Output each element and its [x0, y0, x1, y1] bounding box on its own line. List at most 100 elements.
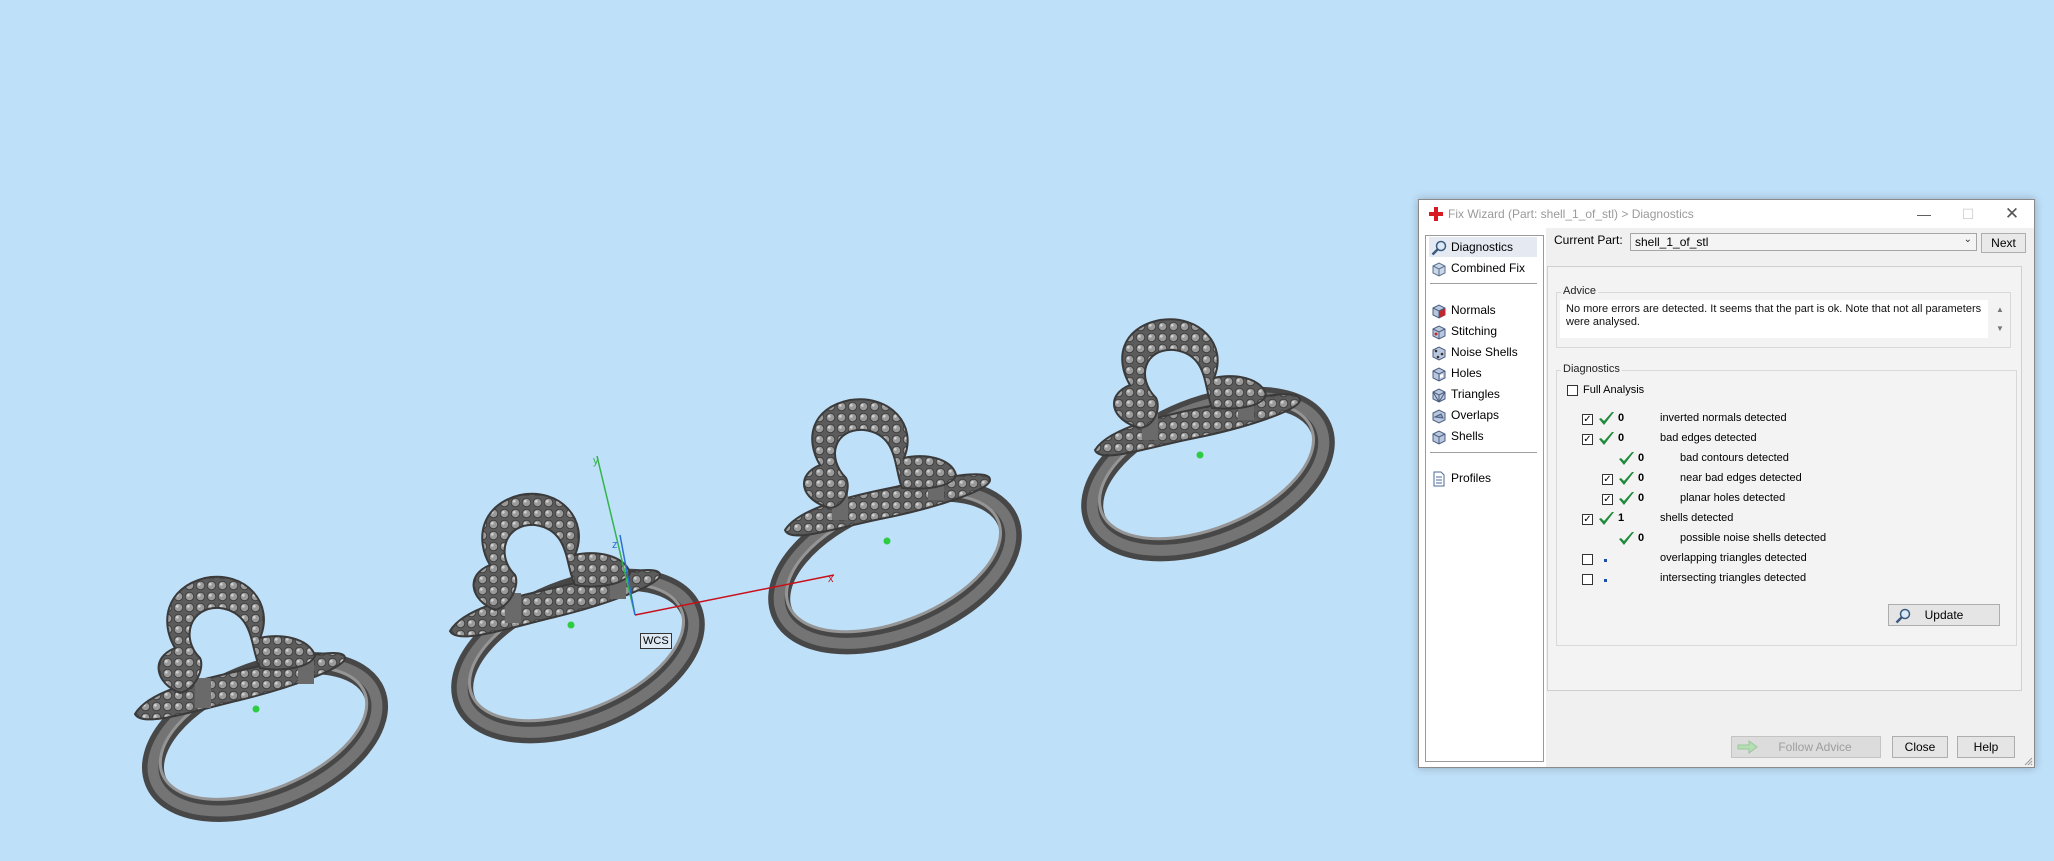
follow-advice-label: Follow Advice [1778, 740, 1852, 754]
maximize-button[interactable]: ☐ [1946, 200, 1990, 228]
green-checkmark-icon [1599, 412, 1614, 425]
green-checkmark-icon [1619, 472, 1634, 485]
y-axis-label: y [593, 455, 599, 467]
current-part-value: shell_1_of_stl [1635, 235, 1709, 249]
not-analysed-dot-icon [1604, 559, 1607, 562]
chevron-down-icon: ⌄ [1963, 234, 1972, 245]
close-button[interactable]: Close [1892, 736, 1948, 758]
nav-label-shells: Shells [1451, 429, 1484, 443]
current-part-dropdown[interactable]: shell_1_of_stl ⌄ [1630, 233, 1977, 251]
full-analysis-checkbox[interactable] [1567, 385, 1578, 396]
green-checkmark-icon [1619, 492, 1634, 505]
scroll-down-icon[interactable]: ▼ [1992, 319, 2008, 338]
update-label: Update [1924, 608, 1964, 622]
diagnostic-label: possible noise shells detected [1680, 532, 1827, 544]
profiles-document-icon [1433, 471, 1445, 487]
nav-label-normals: Normals [1451, 303, 1496, 317]
nav-separator [1430, 283, 1537, 284]
nav-item-diagnostics[interactable]: Diagnostics [1429, 237, 1537, 257]
diagnostic-label: near bad edges detected [1680, 472, 1802, 484]
nav-item-noise-shells[interactable]: Noise Shells [1429, 342, 1537, 362]
diagnostic-checkbox[interactable]: ✓ [1582, 414, 1593, 425]
3d-viewport[interactable]: y z x WCS [0, 0, 1420, 861]
diagnostic-label: bad contours detected [1680, 452, 1789, 464]
nav-item-stitching[interactable]: Stitching [1429, 321, 1537, 341]
ring-model-4[interactable] [1070, 367, 1346, 581]
follow-advice-button[interactable]: Follow Advice [1731, 736, 1881, 758]
not-analysed-dot-icon [1604, 579, 1607, 582]
nav-label-noise-shells: Noise Shells [1451, 345, 1518, 359]
nav-item-shells[interactable]: Shells [1429, 426, 1537, 446]
diagnostic-count: 0 [1638, 492, 1645, 504]
diagnostic-count: 0 [1618, 412, 1625, 424]
resize-grip-icon[interactable] [2023, 756, 2033, 766]
diagnostic-checkbox[interactable] [1582, 574, 1593, 585]
wcs-label: WCS [640, 633, 672, 649]
nav-item-overlaps[interactable]: Overlaps [1429, 405, 1537, 425]
nav-item-normals[interactable]: Normals [1429, 300, 1537, 320]
z-axis-label: z [612, 539, 618, 551]
noise-shells-cube-icon [1432, 346, 1446, 361]
diagnostic-label: shells detected [1660, 512, 1734, 524]
diagnostics-title: Diagnostics [1561, 363, 1622, 375]
diagnostic-count: 0 [1638, 472, 1645, 484]
diagnostic-checkbox[interactable]: ✓ [1602, 474, 1613, 485]
diagnostic-label: intersecting triangles detected [1660, 572, 1807, 584]
minimize-button[interactable]: — [1902, 200, 1946, 228]
nav-separator [1430, 452, 1537, 453]
nav-label-overlaps: Overlaps [1451, 408, 1500, 422]
diagnostic-label: overlapping triangles detected [1660, 552, 1807, 564]
diagnostic-checkbox[interactable]: ✓ [1602, 494, 1613, 505]
ring-top-2 [448, 492, 662, 638]
nav-label-profiles: Profiles [1451, 471, 1492, 485]
next-button[interactable]: Next [1981, 233, 2026, 253]
diagnostic-label: planar holes detected [1680, 492, 1786, 504]
wizard-nav-list: Diagnostics Combined Fix Normals Stitchi… [1425, 235, 1544, 762]
diagnostic-checkbox[interactable]: ✓ [1582, 434, 1593, 445]
nav-label-triangles: Triangles [1451, 387, 1500, 401]
green-checkmark-icon [1599, 512, 1614, 525]
dialog-titlebar[interactable]: Fix Wizard (Part: shell_1_of_stl) > Diag… [1419, 200, 2034, 228]
nav-item-profiles[interactable]: Profiles [1429, 468, 1537, 488]
ring-top-3 [783, 398, 992, 545]
nav-item-combined-fix[interactable]: Combined Fix [1429, 258, 1537, 278]
shells-cube-icon [1432, 430, 1446, 445]
advice-group: Advice No more errors are detected. It s… [1556, 285, 2011, 348]
nav-label-combined-fix: Combined Fix [1451, 261, 1526, 275]
stitching-cube-icon [1432, 325, 1446, 340]
diagnostics-group: Diagnostics Full Analysis ✓ 0 inverted nor… [1556, 363, 2017, 646]
triangles-cube-icon [1432, 388, 1446, 403]
nav-item-triangles[interactable]: Triangles [1429, 384, 1537, 404]
advice-title: Advice [1561, 285, 1599, 297]
diagnostic-count: 1 [1618, 512, 1625, 524]
arrow-right-icon [1737, 740, 1758, 754]
fix-wizard-dialog: Fix Wizard (Part: shell_1_of_stl) > Diag… [1418, 199, 2035, 768]
diagnostics-panel: Advice No more errors are detected. It s… [1547, 266, 2022, 691]
update-magnifier-icon [1895, 608, 1911, 624]
diagnostic-count: 0 [1618, 432, 1625, 444]
update-button[interactable]: Update [1888, 604, 2000, 626]
diagnostic-label: bad edges detected [1660, 432, 1757, 444]
wizard-content: Current Part: shell_1_of_stl ⌄ Next Advi… [1546, 228, 2034, 767]
diagnostic-checkbox[interactable]: ✓ [1582, 514, 1593, 525]
overlaps-cube-icon [1432, 409, 1446, 424]
diagnostic-label: inverted normals detected [1660, 412, 1787, 424]
diagnostic-count: 0 [1638, 532, 1645, 544]
x-axis-label: x [828, 573, 834, 585]
green-checkmark-icon [1619, 452, 1634, 465]
nav-item-holes[interactable]: Holes [1429, 363, 1537, 383]
current-part-label: Current Part: [1554, 233, 1623, 247]
help-button[interactable]: Help [1957, 736, 2015, 758]
diagnostic-checkbox[interactable] [1582, 554, 1593, 565]
close-window-button[interactable]: ✕ [1990, 200, 2034, 228]
magnifier-icon [1431, 240, 1447, 256]
advice-scrollbar[interactable]: ▲ ▼ [1992, 300, 2008, 338]
nav-label-holes: Holes [1451, 366, 1482, 380]
advice-text: No more errors are detected. It seems th… [1560, 300, 1988, 338]
scene-svg: y z x [133, 318, 1346, 822]
scroll-up-icon[interactable]: ▲ [1992, 300, 2008, 319]
green-checkmark-icon [1619, 532, 1634, 545]
diagnostic-count: 0 [1638, 452, 1645, 464]
ring-top-1 [133, 575, 347, 721]
nav-label-stitching: Stitching [1451, 324, 1498, 338]
